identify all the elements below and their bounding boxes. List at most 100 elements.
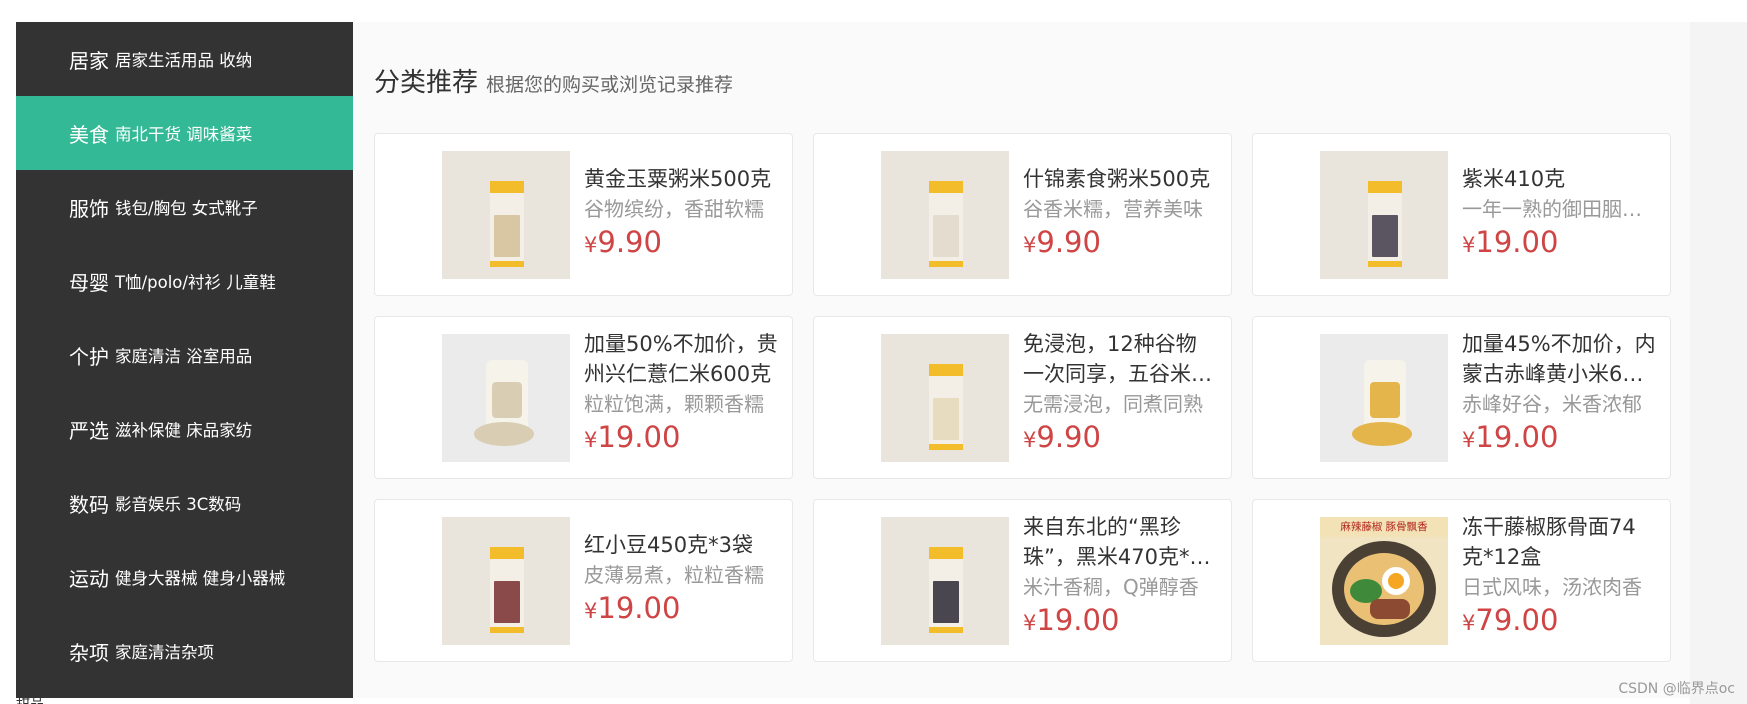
section-subtitle: 根据您的购买或浏览记录推荐 bbox=[486, 74, 734, 96]
product-info: 冻干藤椒豚骨面74克*12盒日式风味，汤浓肉香 ¥79.00 bbox=[1462, 512, 1656, 641]
product-image[interactable] bbox=[442, 334, 570, 462]
currency-symbol: ¥ bbox=[584, 428, 598, 452]
sidebar-item-main-label: 母婴 bbox=[69, 270, 109, 295]
grain-window bbox=[492, 382, 522, 418]
product-price: ¥19.00 bbox=[1462, 419, 1656, 458]
sidebar-item-sub-label: 滋补保健 床品家纺 bbox=[115, 421, 253, 440]
sidebar-item-2[interactable]: 服饰 钱包/胸包 女式靴子 bbox=[16, 170, 353, 244]
sidebar-item-sub-label: 家庭清洁 浴室用品 bbox=[115, 347, 253, 366]
sidebar-item-main-label: 个护 bbox=[69, 344, 109, 369]
product-image[interactable] bbox=[442, 151, 570, 279]
sidebar-item-1[interactable]: 美食 南北干货 调味酱菜 bbox=[16, 96, 353, 170]
product-description: 一年一熟的御田胭脂米 bbox=[1462, 197, 1656, 221]
product-info: 什锦素食粥米500克 谷香米糯，营养美味 ¥9.90 bbox=[1023, 164, 1217, 263]
sidebar-item-main-label: 运动 bbox=[69, 566, 109, 591]
product-image[interactable]: 麻辣藤椒 豚骨飘香 bbox=[1320, 517, 1448, 645]
currency-symbol: ¥ bbox=[1023, 233, 1037, 257]
sidebar-item-sub-label: 南北干货 调味酱菜 bbox=[115, 125, 253, 144]
product-name[interactable]: 黄金玉粟粥米500克 bbox=[584, 164, 778, 194]
main-panel: 分类推荐 根据您的购买或浏览记录推荐 黄金玉粟粥米500克 谷物缤纷，香甜软糯 ¥9… bbox=[353, 22, 1690, 698]
product-card[interactable]: 加量45%不加价，内蒙古赤峰黄小米600克赤峰好谷，米香浓郁 ¥19.00 bbox=[1252, 316, 1671, 479]
product-info: 黄金玉粟粥米500克 谷物缤纷，香甜软糯 ¥9.90 bbox=[584, 164, 778, 263]
page: 居家 居家生活用品 收纳 美食 南北干货 调味酱菜 服饰 钱包/胸包 女式靴子 母婴 T恤/p… bbox=[0, 0, 1747, 704]
right-gutter bbox=[1690, 22, 1747, 704]
product-price: ¥19.00 bbox=[1462, 224, 1656, 263]
product-card[interactable]: 来自东北的“黑珍珠”，黑米470克*2袋米汁香稠，Q弹醇香 ¥19.00 bbox=[813, 499, 1232, 662]
sidebar-item-sub-label: 居家生活用品 收纳 bbox=[115, 51, 253, 70]
grain-window bbox=[494, 581, 520, 623]
pack-top-band bbox=[1368, 181, 1402, 193]
sidebar-item-3[interactable]: 母婴 T恤/polo/衬衫 儿童鞋 bbox=[16, 244, 353, 318]
pack-bottom-band bbox=[1368, 261, 1402, 267]
product-name[interactable]: 加量50%不加价，贵州兴仁薏仁米600克 bbox=[584, 329, 778, 389]
watermark: CSDN @临界点oc bbox=[1618, 681, 1735, 697]
product-card[interactable]: 加量50%不加价，贵州兴仁薏仁米600克 粒粒饱满，颗颗香糯 ¥19.00 bbox=[374, 316, 793, 479]
product-grid: 黄金玉粟粥米500克 谷物缤纷，香甜软糯 ¥9.90 什锦素食粥米500克谷香米糯，营… bbox=[374, 133, 1671, 662]
currency-symbol: ¥ bbox=[1023, 611, 1037, 635]
grain-window bbox=[933, 398, 959, 440]
section-header: 分类推荐 根据您的购买或浏览记录推荐 bbox=[374, 62, 733, 99]
product-card[interactable]: 红小豆450克*3袋 皮薄易煮，粒粒香糯 ¥19.00 bbox=[374, 499, 793, 662]
grain-pack-icon bbox=[929, 364, 963, 450]
product-card[interactable]: 什锦素食粥米500克 谷香米糯，营养美味 ¥9.90 bbox=[813, 133, 1232, 296]
currency-symbol: ¥ bbox=[584, 599, 598, 623]
sidebar-item-main-label: 美食 bbox=[69, 122, 109, 147]
footer-fragment: 甜品 bbox=[16, 698, 44, 704]
grain-window bbox=[1372, 215, 1398, 257]
sidebar-item-sub-label: 影音娱乐 3C数码 bbox=[115, 495, 242, 514]
pork-slice-icon bbox=[1370, 599, 1410, 619]
product-image[interactable] bbox=[1320, 334, 1448, 462]
currency-symbol: ¥ bbox=[584, 233, 598, 257]
sidebar-item-0[interactable]: 居家 居家生活用品 收纳 bbox=[16, 22, 353, 96]
sidebar-item-sub-label: 健身大器械 健身小器械 bbox=[115, 569, 286, 588]
product-image[interactable] bbox=[881, 517, 1009, 645]
product-info: 加量45%不加价，内蒙古赤峰黄小米600克赤峰好谷，米香浓郁 ¥19.00 bbox=[1462, 329, 1656, 458]
price-amount: 19.00 bbox=[597, 591, 681, 625]
product-image[interactable] bbox=[881, 151, 1009, 279]
section-title: 分类推荐 bbox=[374, 68, 479, 98]
grain-pack-icon bbox=[490, 547, 524, 633]
sidebar-item-main-label: 服饰 bbox=[69, 196, 109, 221]
product-info: 加量50%不加价，贵州兴仁薏仁米600克 粒粒饱满，颗颗香糯 ¥19.00 bbox=[584, 329, 778, 458]
grain-pack-icon bbox=[490, 181, 524, 267]
product-name[interactable]: 加量45%不加价，内蒙古赤峰黄小米600克 bbox=[1462, 329, 1656, 389]
product-name[interactable]: 免浸泡，12种谷物一次同享，五谷米1千克 bbox=[1023, 329, 1217, 389]
pack-top-band bbox=[929, 364, 963, 376]
sidebar-item-8[interactable]: 杂项 家庭清洁杂项 bbox=[16, 614, 353, 688]
product-name[interactable]: 冻干藤椒豚骨面74克*12盒 bbox=[1462, 512, 1656, 572]
product-image[interactable] bbox=[442, 517, 570, 645]
product-name[interactable]: 什锦素食粥米500克 bbox=[1023, 164, 1217, 194]
product-description: 日式风味，汤浓肉香 bbox=[1462, 575, 1642, 599]
product-card[interactable]: 麻辣藤椒 豚骨飘香 冻干藤椒豚骨面74克*12盒日式风味，汤浓肉香 ¥79.00 bbox=[1252, 499, 1671, 662]
price-amount: 79.00 bbox=[1475, 603, 1559, 637]
price-amount: 19.00 bbox=[1475, 420, 1559, 454]
pack-bottom-band bbox=[929, 444, 963, 450]
sidebar-item-7[interactable]: 运动 健身大器械 健身小器械 bbox=[16, 540, 353, 614]
price-amount: 19.00 bbox=[1036, 603, 1120, 637]
grain-window bbox=[933, 215, 959, 257]
sidebar-item-6[interactable]: 数码 影音娱乐 3C数码 bbox=[16, 466, 353, 540]
product-price: ¥19.00 bbox=[1023, 602, 1217, 641]
product-image[interactable] bbox=[1320, 151, 1448, 279]
currency-symbol: ¥ bbox=[1462, 611, 1476, 635]
product-description: 粒粒饱满，颗颗香糯 bbox=[584, 392, 764, 416]
pack-top-band bbox=[490, 181, 524, 193]
grain-pack-icon bbox=[929, 547, 963, 633]
product-info: 紫米410克一年一熟的御田胭脂米 ¥19.00 bbox=[1462, 164, 1656, 263]
pack-bottom-band bbox=[929, 261, 963, 267]
currency-symbol: ¥ bbox=[1023, 428, 1037, 452]
product-description: 谷香米糯，营养美味 bbox=[1023, 197, 1203, 221]
product-card[interactable]: 黄金玉粟粥米500克 谷物缤纷，香甜软糯 ¥9.90 bbox=[374, 133, 793, 296]
product-card[interactable]: 紫米410克一年一熟的御田胭脂米 ¥19.00 bbox=[1252, 133, 1671, 296]
product-description: 无需浸泡，同煮同熟 bbox=[1023, 392, 1203, 416]
product-price: ¥9.90 bbox=[1023, 419, 1217, 458]
sidebar-item-4[interactable]: 个护 家庭清洁 浴室用品 bbox=[16, 318, 353, 392]
product-name[interactable]: 红小豆450克*3袋 bbox=[584, 530, 778, 560]
product-name[interactable]: 来自东北的“黑珍珠”，黑米470克*2袋 bbox=[1023, 512, 1217, 572]
product-card[interactable]: 免浸泡，12种谷物一次同享，五谷米1千克无需浸泡，同煮同熟 ¥9.90 bbox=[813, 316, 1232, 479]
product-image[interactable] bbox=[881, 334, 1009, 462]
product-info: 来自东北的“黑珍珠”，黑米470克*2袋米汁香稠，Q弹醇香 ¥19.00 bbox=[1023, 512, 1217, 641]
product-name[interactable]: 紫米410克 bbox=[1462, 164, 1656, 194]
grain-window bbox=[1370, 382, 1400, 418]
sidebar-item-5[interactable]: 严选 滋补保健 床品家纺 bbox=[16, 392, 353, 466]
